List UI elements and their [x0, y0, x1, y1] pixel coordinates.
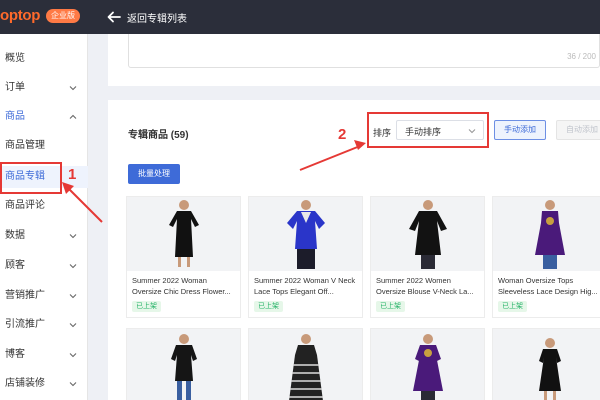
- auto-add-button[interactable]: 自动添加: [556, 120, 600, 140]
- sidebar-item-label: 博客: [5, 349, 25, 360]
- product-card[interactable]: Summer 2022 Woman V Neck Lace Tops Elega…: [248, 196, 363, 318]
- section-title: 专辑商品 (59): [128, 130, 189, 141]
- blue-lace-top-image: [287, 200, 325, 269]
- chevron-down-icon: [69, 353, 77, 358]
- sidebar: 概览 订单 商品 商品管理 商品专辑 商品评论 数据 顾客 营销推广 引流推广 …: [0, 34, 88, 400]
- status-badge: 已上架: [254, 301, 283, 312]
- sidebar-item-orders[interactable]: 订单: [0, 77, 88, 99]
- annotation-highlight-sort: [367, 112, 489, 148]
- product-image: [371, 329, 484, 400]
- chevron-down-icon: [69, 323, 77, 328]
- product-card[interactable]: Woman Oversize Tops Sleeveless Lace Desi…: [492, 196, 600, 318]
- edition-badge: 企业版: [46, 9, 80, 23]
- sidebar-item-overview[interactable]: 概览: [0, 48, 88, 70]
- dress-black-image: [169, 200, 199, 267]
- product-title: Summer 2022 Woman Oversize Chic Dress Fl…: [132, 276, 231, 296]
- sidebar-item-product-reviews[interactable]: 商品评论: [0, 195, 88, 217]
- logo[interactable]: optop: [0, 7, 40, 24]
- annotation-step-2: 2: [338, 126, 347, 143]
- album-description-card: 36 / 200: [108, 34, 600, 86]
- purple-tunic-image: [413, 334, 443, 400]
- annotation-step-1: 1: [68, 166, 77, 183]
- status-badge: 已上架: [132, 301, 161, 312]
- sidebar-item-label: 商品评论: [5, 200, 45, 211]
- chevron-up-icon: [69, 114, 77, 119]
- product-card[interactable]: [126, 328, 241, 400]
- black-dress-image: [539, 338, 561, 400]
- sidebar-item-label: 营销推广: [5, 290, 45, 301]
- purple-top-image: [535, 200, 565, 269]
- status-badge: 已上架: [376, 301, 405, 312]
- striped-dress-image: [289, 334, 323, 400]
- product-title: Summer 2022 Woman V Neck Lace Tops Elega…: [254, 276, 356, 296]
- chevron-down-icon: [69, 294, 77, 299]
- sidebar-item-products[interactable]: 商品: [0, 106, 88, 128]
- product-image: [493, 197, 600, 271]
- sidebar-item-label: 顾客: [5, 260, 25, 271]
- product-card[interactable]: Summer 2022 Woman Oversize Chic Dress Fl…: [126, 196, 241, 318]
- sidebar-item-traffic[interactable]: 引流推广: [0, 314, 88, 336]
- sidebar-item-label: 概览: [5, 53, 25, 64]
- black-blouse-image: [409, 200, 447, 269]
- product-image: [249, 197, 362, 271]
- sidebar-item-label: 店铺装修: [5, 378, 45, 389]
- sidebar-item-label: 商品管理: [5, 140, 45, 151]
- product-image: [371, 197, 484, 271]
- product-card[interactable]: [370, 328, 485, 400]
- product-title: Summer 2022 Women Oversize Blouse V-Neck…: [376, 276, 474, 296]
- back-to-album-list-link[interactable]: 返回专辑列表: [127, 10, 187, 25]
- sidebar-item-label: 商品: [5, 111, 25, 122]
- product-image: [127, 197, 240, 271]
- album-products-card: 专辑商品 (59) 排序 手动排序 手动添加 自动添加 批量处理 Summer …: [108, 100, 600, 400]
- chevron-down-icon: [69, 264, 77, 269]
- black-tunic-image: [171, 334, 197, 400]
- sidebar-item-label: 订单: [5, 82, 25, 93]
- batch-process-button[interactable]: 批量处理: [128, 164, 180, 184]
- sidebar-item-marketing[interactable]: 营销推广: [0, 285, 88, 307]
- chevron-down-icon: [69, 86, 77, 91]
- status-badge: 已上架: [498, 301, 527, 312]
- sidebar-item-label: 引流推广: [5, 319, 45, 330]
- back-arrow-icon[interactable]: [106, 9, 122, 25]
- description-textarea[interactable]: [128, 34, 600, 68]
- sidebar-item-data[interactable]: 数据: [0, 225, 88, 247]
- sidebar-item-label: 数据: [5, 230, 25, 241]
- product-image: [493, 329, 600, 400]
- top-bar: optop 企业版 返回专辑列表: [0, 0, 600, 34]
- product-card[interactable]: [492, 328, 600, 400]
- product-image: [127, 329, 240, 400]
- product-title: Woman Oversize Tops Sleeveless Lace Desi…: [498, 276, 598, 296]
- char-counter: 36 / 200: [567, 52, 596, 61]
- product-image: [249, 329, 362, 400]
- chevron-down-icon: [69, 382, 77, 387]
- annotation-highlight-albums: [0, 162, 62, 194]
- sidebar-item-customers[interactable]: 顾客: [0, 255, 88, 277]
- sidebar-item-blog[interactable]: 博客: [0, 344, 88, 366]
- product-card[interactable]: Summer 2022 Women Oversize Blouse V-Neck…: [370, 196, 485, 318]
- sidebar-item-store-design[interactable]: 店铺装修: [0, 373, 88, 395]
- chevron-down-icon: [69, 234, 77, 239]
- sidebar-item-product-management[interactable]: 商品管理: [0, 135, 88, 157]
- product-card[interactable]: [248, 328, 363, 400]
- manual-add-button[interactable]: 手动添加: [494, 120, 546, 140]
